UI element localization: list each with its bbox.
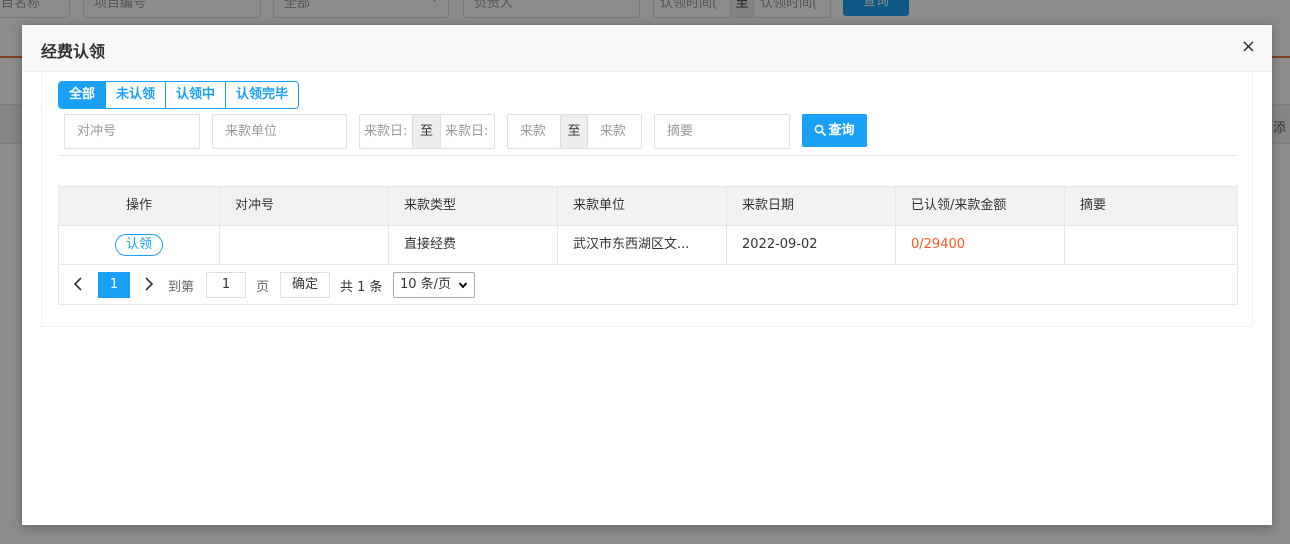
date-range-separator: 至: [413, 114, 440, 149]
amount-cell: 0/29400: [896, 226, 1065, 264]
offset-no-cell: [220, 226, 389, 264]
claim-button[interactable]: 认领: [114, 233, 163, 256]
table-row: 认领 直接经费 武汉市东西湖区文... 2022-09-02 0/29400: [59, 226, 1237, 265]
filter-divider: [58, 155, 1238, 156]
date-cell: 2022-09-02: [727, 226, 896, 264]
col-action: 操作: [59, 187, 220, 225]
tab-all[interactable]: 全部: [59, 82, 107, 108]
page-size-select[interactable]: 10 条/页: [393, 272, 475, 298]
page-unit-label: 页: [256, 280, 270, 295]
date-to-input[interactable]: 来款日:: [440, 114, 495, 149]
type-cell: 直接经费: [389, 226, 558, 264]
summary-input[interactable]: 摘要: [654, 114, 790, 149]
chevron-right-icon[interactable]: [144, 276, 154, 292]
search-button-label: 查询: [828, 123, 855, 138]
funding-claim-dialog: 经费认领 × 全部 未认领 认领中 认领完毕 对冲号 来款单位 来款日: 至 来…: [22, 25, 1272, 525]
goto-confirm-button[interactable]: 确定: [280, 272, 330, 298]
page-size-value: 10 条/页: [400, 277, 452, 292]
amount-range-separator: 至: [561, 114, 587, 149]
chevron-left-icon[interactable]: [73, 276, 83, 292]
col-amount: 已认领/来款金额: [896, 187, 1065, 225]
col-payer: 来款单位: [558, 187, 727, 225]
search-button[interactable]: 查询: [802, 114, 867, 147]
amount-from-input[interactable]: 来款: [507, 114, 561, 149]
offset-no-input[interactable]: 对冲号: [64, 114, 200, 149]
col-summary: 摘要: [1080, 198, 1107, 213]
goto-page-input[interactable]: 1: [206, 272, 246, 298]
amount-to-input[interactable]: 来款: [587, 114, 642, 149]
dialog-header: 经费认领 ×: [22, 25, 1272, 72]
total-count: 共 1 条: [340, 280, 383, 295]
tab-claimed[interactable]: 认领完毕: [226, 82, 299, 108]
goto-label: 到第: [168, 280, 195, 295]
col-date: 来款日期: [727, 187, 896, 225]
col-offset-no: 对冲号: [220, 187, 389, 225]
tab-unclaimed[interactable]: 未认领: [106, 82, 167, 108]
col-type: 来款类型: [389, 187, 558, 225]
chevron-down-icon: [458, 282, 468, 289]
dialog-body: 全部 未认领 认领中 认领完毕 对冲号 来款单位 来款日: 至 来款日: 来款 …: [41, 72, 1253, 327]
claims-table: 操作 对冲号 来款类型 来款单位 来款日期 已认领/来款金额 摘要 认领 直接经…: [58, 186, 1238, 305]
payer-input[interactable]: 来款单位: [212, 114, 347, 149]
search-icon: [815, 124, 827, 136]
date-from-input[interactable]: 来款日:: [359, 114, 413, 149]
page-button-current[interactable]: 1: [98, 272, 130, 298]
tab-claiming[interactable]: 认领中: [166, 82, 227, 108]
close-icon[interactable]: ×: [1241, 37, 1256, 57]
dialog-title: 经费认领: [41, 42, 106, 61]
payer-cell: 武汉市东西湖区文...: [558, 226, 727, 264]
status-tabs: 全部 未认领 认领中 认领完毕: [58, 81, 300, 109]
table-header-row: 操作 对冲号 来款类型 来款单位 来款日期 已认领/来款金额 摘要: [59, 187, 1237, 226]
summary-cell: [1065, 226, 1237, 264]
pagination: 1 到第 1 页 确定 共 1 条 10 条/页: [59, 265, 1237, 304]
action-cell: 认领: [59, 226, 220, 264]
